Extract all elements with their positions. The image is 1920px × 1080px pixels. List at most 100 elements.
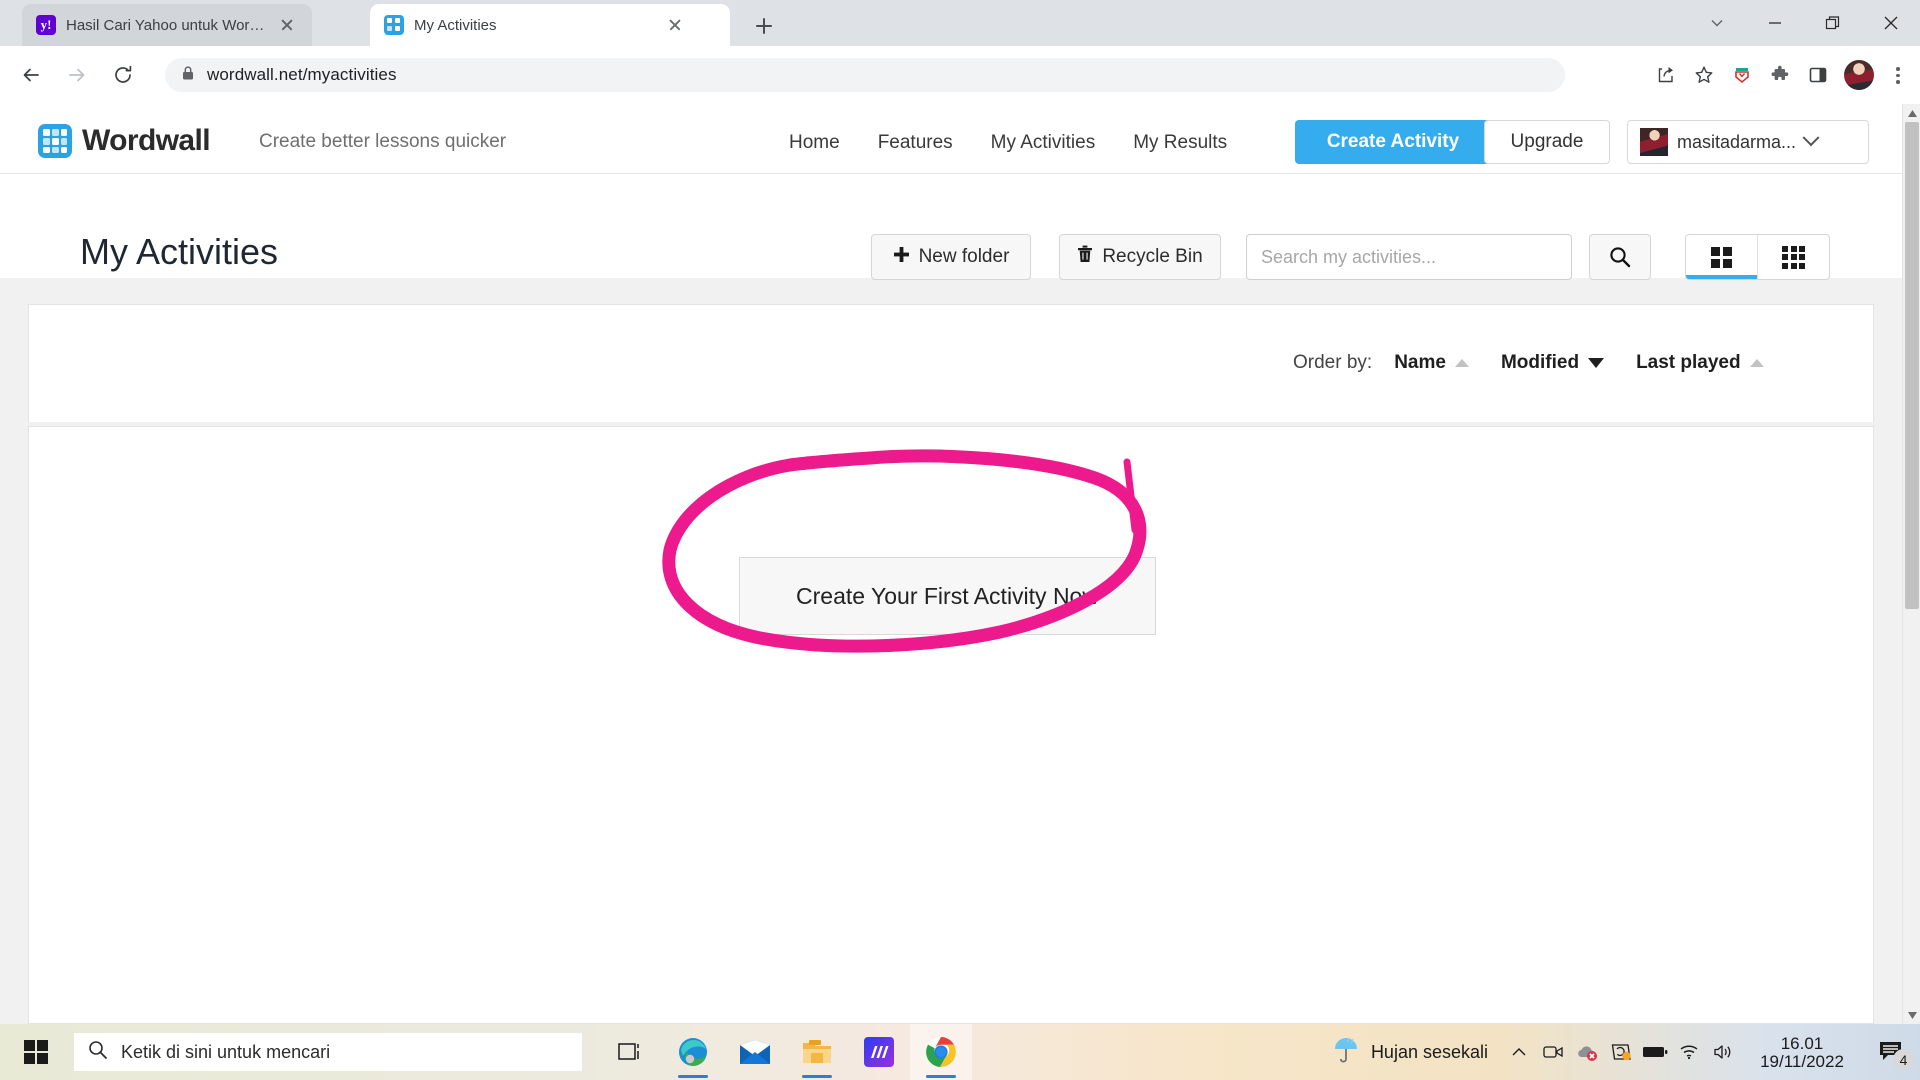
activities-content-card [28,426,1874,1024]
recycle-bin-button[interactable]: Recycle Bin [1059,234,1221,280]
search-input[interactable] [1247,235,1571,279]
nav-item-my-activities[interactable]: My Activities [991,132,1096,154]
microsoft-edge-icon[interactable] [662,1024,724,1080]
sync-warning-icon[interactable] [1604,1024,1638,1080]
nav-item-features[interactable]: Features [878,132,953,154]
close-icon[interactable] [1862,0,1920,46]
grid-large-icon [1711,246,1732,268]
new-folder-label: New folder [918,246,1010,267]
windows-start-button[interactable] [8,1024,64,1080]
view-mode-toggle [1685,234,1830,280]
order-by-row: Order by: Name Modified Last played [1293,352,1796,374]
browser-toolbar: wordwall.net/myactivities [0,46,1920,104]
taskbar-search-placeholder: Ketik di sini untuk mencari [121,1041,331,1062]
notifications-button[interactable]: 4 [1864,1024,1920,1080]
forward-arrow-icon[interactable] [58,56,96,94]
order-by-label: Order by: [1293,352,1373,373]
taskbar-apps [600,1024,972,1080]
plus-icon [893,246,910,269]
wordwall-icon [384,15,404,35]
minimize-icon[interactable] [1746,0,1804,46]
three-dot-menu-icon[interactable] [1882,58,1912,92]
taskbar-clock[interactable]: 16.01 19/11/2022 [1740,1024,1864,1080]
upgrade-button[interactable]: Upgrade [1484,120,1610,164]
user-account-menu[interactable]: masitadarma... [1627,120,1869,164]
system-tray: Hujan sesekali 16.01 19/11/2022 4 [1317,1024,1920,1080]
battery-icon[interactable] [1638,1024,1672,1080]
reload-icon[interactable] [104,56,142,94]
browser-tab-my-activities[interactable]: My Activities [370,4,730,46]
taskbar-search-box[interactable]: Ketik di sini untuk mencari [74,1033,582,1071]
scrollbar-thumb[interactable] [1905,122,1919,609]
close-icon[interactable] [276,14,298,36]
browser-toolbar-icons [1648,58,1912,92]
site-navigation: Home Features My Activities My Results [789,132,1227,154]
onedrive-error-icon[interactable] [1570,1024,1604,1080]
nav-item-my-results[interactable]: My Results [1133,132,1227,154]
bookmark-star-icon[interactable] [1686,58,1722,92]
browser-tab-yahoo[interactable]: y! Hasil Cari Yahoo untuk Wordwall [22,4,312,46]
address-bar[interactable]: wordwall.net/myactivities [165,58,1565,92]
weather-widget[interactable]: Hujan sesekali [1317,1036,1502,1069]
back-arrow-icon[interactable] [12,56,50,94]
nav-item-home[interactable]: Home [789,132,840,154]
chevron-down-icon[interactable] [1688,0,1746,46]
order-by-last-played-label: Last played [1636,352,1741,373]
tab-strip: y! Hasil Cari Yahoo untuk Wordwall My Ac… [0,0,1920,46]
clock-date: 19/11/2022 [1760,1051,1844,1071]
order-by-last-played[interactable]: Last played [1636,352,1764,374]
view-small-grid-button[interactable] [1757,235,1829,279]
wifi-icon[interactable] [1672,1024,1706,1080]
google-chrome-icon[interactable] [910,1024,972,1080]
tab-title: Hasil Cari Yahoo untuk Wordwall [66,16,266,34]
avatar [1640,128,1668,156]
search-button[interactable] [1589,234,1651,280]
mail-icon[interactable] [724,1024,786,1080]
close-icon[interactable] [664,14,686,36]
page-scrollbar[interactable] [1902,104,1920,1024]
puzzle-extensions-icon[interactable] [1762,58,1798,92]
file-explorer-icon[interactable] [786,1024,848,1080]
tab-title: My Activities [414,16,497,34]
create-first-activity-button[interactable]: Create Your First Activity Now [739,557,1156,635]
restore-icon[interactable] [1804,0,1862,46]
user-name-label: masitadarma... [1677,131,1797,152]
sort-asc-icon [1454,359,1469,367]
search-icon [1610,247,1631,268]
wordwall-logo-text: Wordwall [82,124,211,157]
view-large-grid-button[interactable] [1686,235,1757,279]
address-bar-url: wordwall.net/myactivities [207,65,397,84]
extension-shield-icon[interactable] [1724,58,1760,92]
notification-badge: 4 [1893,1049,1914,1070]
windows-start-icon [24,1040,48,1064]
create-activity-button[interactable]: Create Activity [1295,120,1491,164]
task-view-icon[interactable] [600,1024,662,1080]
chevron-down-icon [1802,129,1820,147]
window-controls [1688,0,1920,46]
padlock-icon [181,65,195,86]
order-by-name[interactable]: Name [1394,352,1469,374]
share-icon[interactable] [1648,58,1684,92]
yahoo-icon: y! [36,15,56,35]
page-title: My Activities [80,231,279,272]
wordwall-logo[interactable]: Wordwall [38,124,211,158]
search-field-wrapper [1246,234,1572,280]
scroll-down-arrow-icon[interactable] [1903,1006,1920,1024]
site-tagline: Create better lessons quicker [259,131,507,152]
order-by-modified[interactable]: Modified [1501,352,1605,374]
clock-time: 16.01 [1780,1033,1824,1053]
search-icon [88,1040,107,1064]
scroll-up-arrow-icon[interactable] [1903,104,1920,122]
side-panel-icon[interactable] [1800,58,1836,92]
new-folder-button[interactable]: New folder [871,234,1031,280]
profile-avatar[interactable] [1844,60,1874,90]
blue-m-app-icon[interactable] [848,1024,910,1080]
new-tab-button[interactable] [750,12,778,40]
trash-icon [1077,245,1093,269]
volume-icon[interactable] [1706,1024,1740,1080]
weather-text: Hujan sesekali [1370,1041,1488,1062]
browser-window: y! Hasil Cari Yahoo untuk Wordwall My Ac… [0,0,1920,1024]
camera-icon[interactable] [1536,1024,1570,1080]
show-hidden-icons-chevron[interactable] [1502,1024,1536,1080]
wordwall-logo-icon [38,124,72,158]
